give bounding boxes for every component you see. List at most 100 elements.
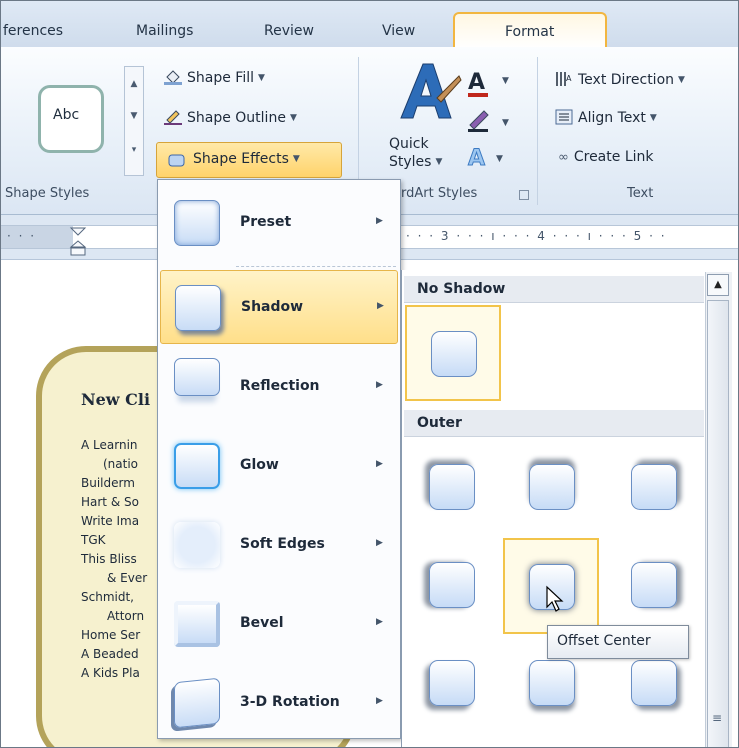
pencil-icon — [164, 110, 182, 125]
shadow-option[interactable] — [607, 440, 703, 536]
menu-item-bevel-label: Bevel — [240, 615, 284, 631]
text-fill-icon: A — [468, 70, 485, 95]
tab-format[interactable]: Format — [453, 12, 607, 48]
shape-style-sample-label: Abc — [53, 107, 80, 123]
mouse-cursor-icon — [546, 585, 564, 612]
quick-styles-line1: Quick — [389, 136, 429, 152]
shadow-option[interactable] — [405, 440, 501, 536]
paint-bucket-icon — [164, 70, 182, 85]
document-line: Attorn — [107, 609, 145, 623]
menu-item-soft-edges[interactable]: Soft Edges ▶ — [160, 508, 398, 582]
shadow-preview-icon — [429, 562, 475, 608]
shadow-option[interactable] — [607, 538, 703, 634]
scroll-up-icon[interactable]: ▲ — [125, 79, 143, 89]
3d-rotation-icon — [174, 677, 220, 729]
document-line: A Learnin — [81, 438, 138, 452]
text-outline-icon — [469, 110, 489, 130]
document-line: Home Ser — [81, 628, 141, 642]
grip-icon: ≡ — [712, 711, 723, 725]
submenu-arrow-icon: ▶ — [376, 696, 383, 706]
shape-outline-label: Shape Outline — [187, 110, 286, 126]
menu-item-shadow[interactable]: Shadow ▶ — [160, 270, 398, 344]
tab-mailings[interactable]: Mailings — [136, 23, 193, 45]
shape-styles-gallery-scroll[interactable]: ▲ ▼ ▾ — [124, 66, 144, 176]
document-line: Write Ima — [81, 514, 140, 528]
create-link-button[interactable]: ∞ Create Link — [558, 149, 653, 165]
wordart-quick-styles-icon[interactable] — [393, 58, 463, 128]
svg-text:A: A — [566, 74, 572, 83]
scrollbar-thumb[interactable]: ≡ — [707, 300, 729, 747]
shadow-preview-icon — [429, 660, 475, 706]
gallery-section-outer: Outer — [404, 410, 704, 437]
shadow-option[interactable] — [405, 636, 501, 732]
menu-item-3d-rotation[interactable]: 3-D Rotation ▶ — [160, 666, 398, 740]
shape-outline-button[interactable]: Shape Outline ▼ — [164, 109, 297, 126]
document-line: Builderm — [81, 476, 135, 490]
shadow-option[interactable] — [505, 440, 601, 536]
scroll-down-icon[interactable]: ▼ — [125, 111, 143, 121]
menu-item-glow-label: Glow — [240, 457, 279, 473]
submenu-arrow-icon: ▶ — [376, 538, 383, 548]
document-line: & Ever — [107, 571, 148, 585]
menu-item-reflection-label: Reflection — [240, 378, 320, 394]
dialog-launcher-icon[interactable] — [519, 190, 529, 200]
shadow-preview-icon — [429, 464, 475, 510]
ruler-right-ticks: · · · 3 · · · ı · · · 4 · · · ı · · · 5 … — [406, 229, 667, 243]
submenu-arrow-icon: ▶ — [376, 617, 383, 627]
glow-icon — [174, 443, 220, 489]
tab-review[interactable]: Review — [264, 23, 314, 45]
shape-effects-button[interactable]: Shape Effects ▼ — [156, 142, 342, 178]
outer-heading: Outer — [417, 415, 462, 431]
text-direction-button[interactable]: A Text Direction ▼ — [555, 71, 685, 88]
shadow-option[interactable] — [405, 538, 501, 634]
shape-style-sample[interactable]: Abc — [38, 85, 104, 153]
tab-view[interactable]: View — [382, 23, 415, 45]
submenu-arrow-icon: ▶ — [376, 380, 383, 390]
shadow-preview-icon — [431, 331, 477, 377]
soft-edges-icon — [174, 522, 220, 568]
tooltip: Offset Center — [547, 625, 689, 659]
shadow-preview-icon — [631, 562, 677, 608]
shape-effects-label: Shape Effects — [193, 151, 289, 167]
submenu-arrow-icon: ▶ — [376, 459, 383, 469]
shadow-option-none[interactable] — [405, 305, 501, 401]
document-line: Hart & So — [81, 495, 139, 509]
text-group-label: Text — [627, 186, 654, 201]
menu-item-preset[interactable]: Preset ▶ — [160, 186, 398, 260]
quick-styles-button[interactable]: Quick Styles ▼ — [389, 135, 442, 171]
ribbon-separator-2 — [537, 57, 538, 205]
shadow-preview-icon — [529, 660, 575, 706]
document-line: TGK — [81, 533, 106, 547]
shape-effects-icon — [168, 154, 185, 167]
indent-marker-icon[interactable] — [69, 227, 93, 257]
document-line: Schmidt, — [81, 590, 134, 604]
shadow-preview-icon — [529, 464, 575, 510]
submenu-arrow-icon: ▶ — [377, 301, 384, 311]
create-link-label: Create Link — [573, 149, 654, 165]
menu-item-glow[interactable]: Glow ▶ — [160, 429, 398, 503]
shape-effects-menu: Preset ▶ Shadow ▶ Reflection ▶ Glow ▶ So… — [157, 179, 401, 739]
shadow-gallery: No Shadow Outer — [401, 270, 738, 747]
shape-fill-button[interactable]: Shape Fill ▼ — [164, 69, 265, 86]
document-line: (natio — [103, 457, 139, 471]
link-icon: ∞ — [558, 150, 569, 165]
menu-item-reflection[interactable]: Reflection ▶ — [160, 350, 398, 424]
svg-text:▼: ▼ — [502, 118, 509, 128]
menu-item-3d-rotation-label: 3-D Rotation — [240, 694, 340, 710]
tab-format-label: Format — [505, 24, 555, 40]
menu-item-bevel[interactable]: Bevel ▶ — [160, 587, 398, 661]
scroll-up-icon[interactable]: ▲ — [707, 274, 729, 296]
menu-item-soft-edges-label: Soft Edges — [240, 536, 325, 552]
shape-styles-group-label: Shape Styles — [5, 186, 90, 201]
align-text-icon — [555, 109, 573, 125]
bevel-icon — [174, 601, 220, 647]
wordart-tools: A ▼ ▼ A ▼ — [468, 70, 510, 172]
shadow-preview-icon — [631, 464, 677, 510]
tab-references[interactable]: ferences — [3, 23, 63, 45]
document-line: This Bliss — [81, 552, 137, 566]
svg-text:▼: ▼ — [502, 76, 509, 86]
gallery-scrollbar[interactable]: ▲ ≡ — [705, 272, 732, 747]
align-text-button[interactable]: Align Text ▼ — [555, 109, 657, 126]
submenu-arrow-icon: ▶ — [376, 216, 383, 226]
more-styles-icon[interactable]: ▾ — [125, 145, 143, 155]
